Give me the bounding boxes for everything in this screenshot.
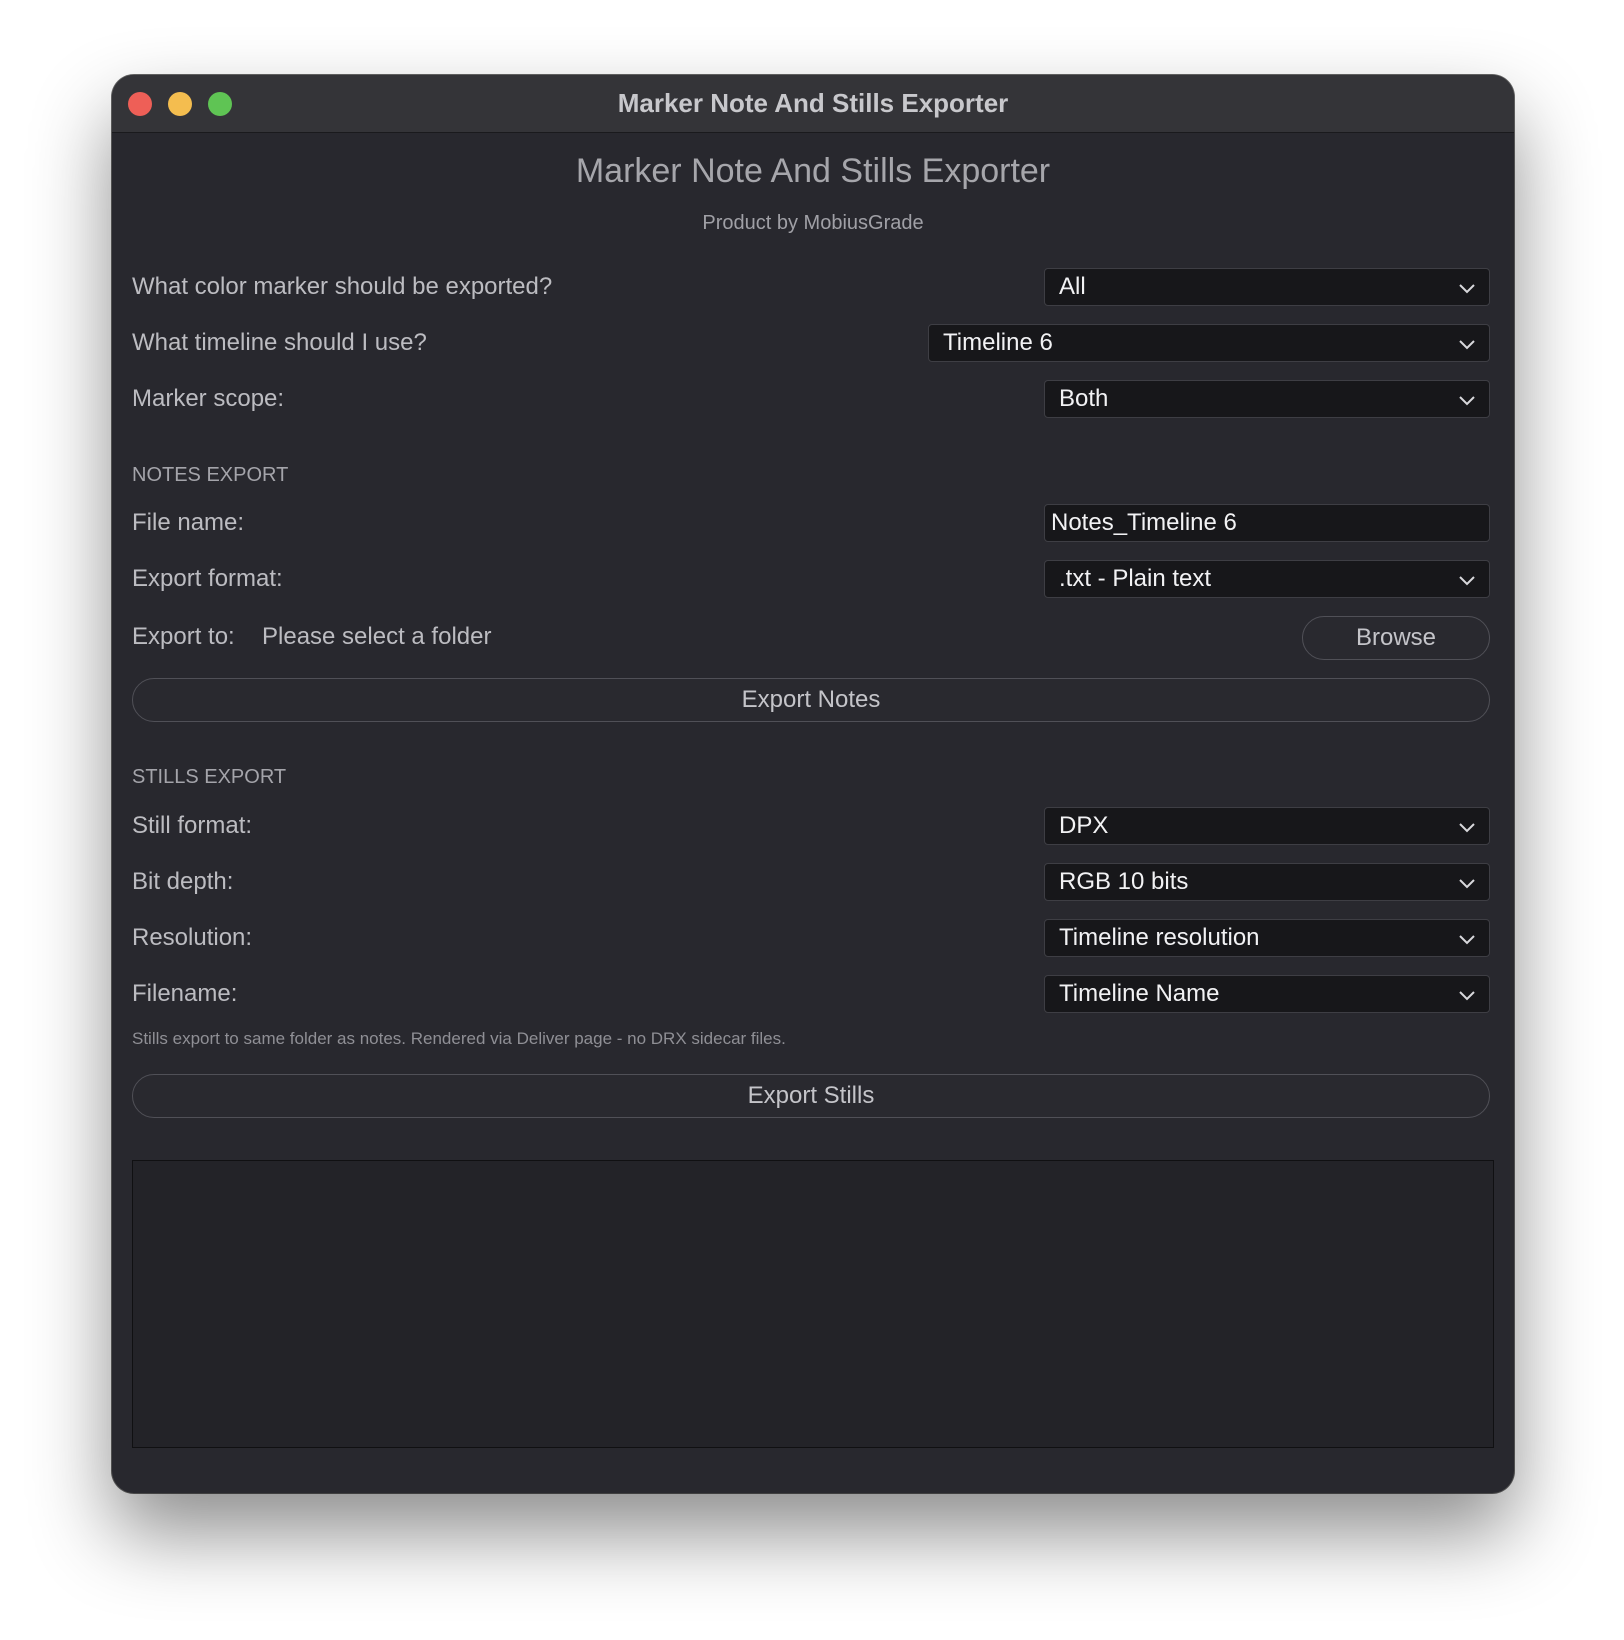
marker-scope-select[interactable]: Both [1044,380,1490,418]
color-marker-select[interactable]: All [1044,268,1490,306]
stills-export-heading: STILLS EXPORT [132,766,287,788]
export-stills-button[interactable]: Export Stills [132,1074,1490,1118]
export-notes-button[interactable]: Export Notes [132,678,1490,722]
chevron-down-icon [1459,576,1475,586]
bit-depth-label: Bit depth: [132,868,234,895]
timeline-select[interactable]: Timeline 6 [928,324,1490,362]
chevron-down-icon [1459,396,1475,406]
page-title: Marker Note And Stills Exporter [575,152,1051,190]
resolution-select[interactable]: Timeline resolution [1044,919,1490,957]
export-format-select[interactable]: .txt - Plain text [1044,560,1490,598]
file-name-input[interactable]: Notes_Timeline 6 [1044,504,1490,542]
browse-button[interactable]: Browse [1302,616,1490,660]
bit-depth-value: RGB 10 bits [1059,868,1189,895]
filename-value: Timeline Name [1059,980,1220,1007]
timeline-label: What timeline should I use? [132,329,427,356]
export-format-label: Export format: [132,565,283,592]
window-title: Marker Note And Stills Exporter [617,88,1009,118]
chevron-down-icon [1459,879,1475,889]
marker-scope-label: Marker scope: [132,385,285,412]
still-format-value: DPX [1059,812,1109,839]
marker-scope-value: Both [1059,385,1109,412]
notes-export-heading: NOTES EXPORT [132,464,289,486]
export-to-label: Export to: [132,623,235,650]
still-format-select[interactable]: DPX [1044,807,1490,845]
file-name-label: File name: [132,509,245,536]
chevron-down-icon [1459,340,1475,350]
main-content: Marker Note And Stills Exporter Product … [132,132,1494,1493]
page-subtitle: Product by MobiusGrade [702,212,924,234]
app-window: Marker Note And Stills Exporter Marker N… [112,75,1514,1493]
export-format-value: .txt - Plain text [1059,565,1212,592]
export-folder-path: Please select a folder [262,623,492,650]
filename-select[interactable]: Timeline Name [1044,975,1490,1013]
output-log-area[interactable] [132,1160,1494,1448]
filename-label: Filename: [132,980,238,1007]
timeline-value: Timeline 6 [943,329,1053,356]
still-format-label: Still format: [132,812,253,839]
chevron-down-icon [1459,935,1475,945]
chevron-down-icon [1459,991,1475,1001]
resolution-label: Resolution: [132,924,253,951]
resolution-value: Timeline resolution [1059,924,1260,951]
chevron-down-icon [1459,284,1475,294]
title-bar[interactable]: Marker Note And Stills Exporter [112,75,1514,133]
color-marker-label: What color marker should be exported? [132,273,553,300]
color-marker-value: All [1059,273,1086,300]
chevron-down-icon [1459,823,1475,833]
bit-depth-select[interactable]: RGB 10 bits [1044,863,1490,901]
stills-hint-text: Stills export to same folder as notes. R… [132,1029,786,1048]
